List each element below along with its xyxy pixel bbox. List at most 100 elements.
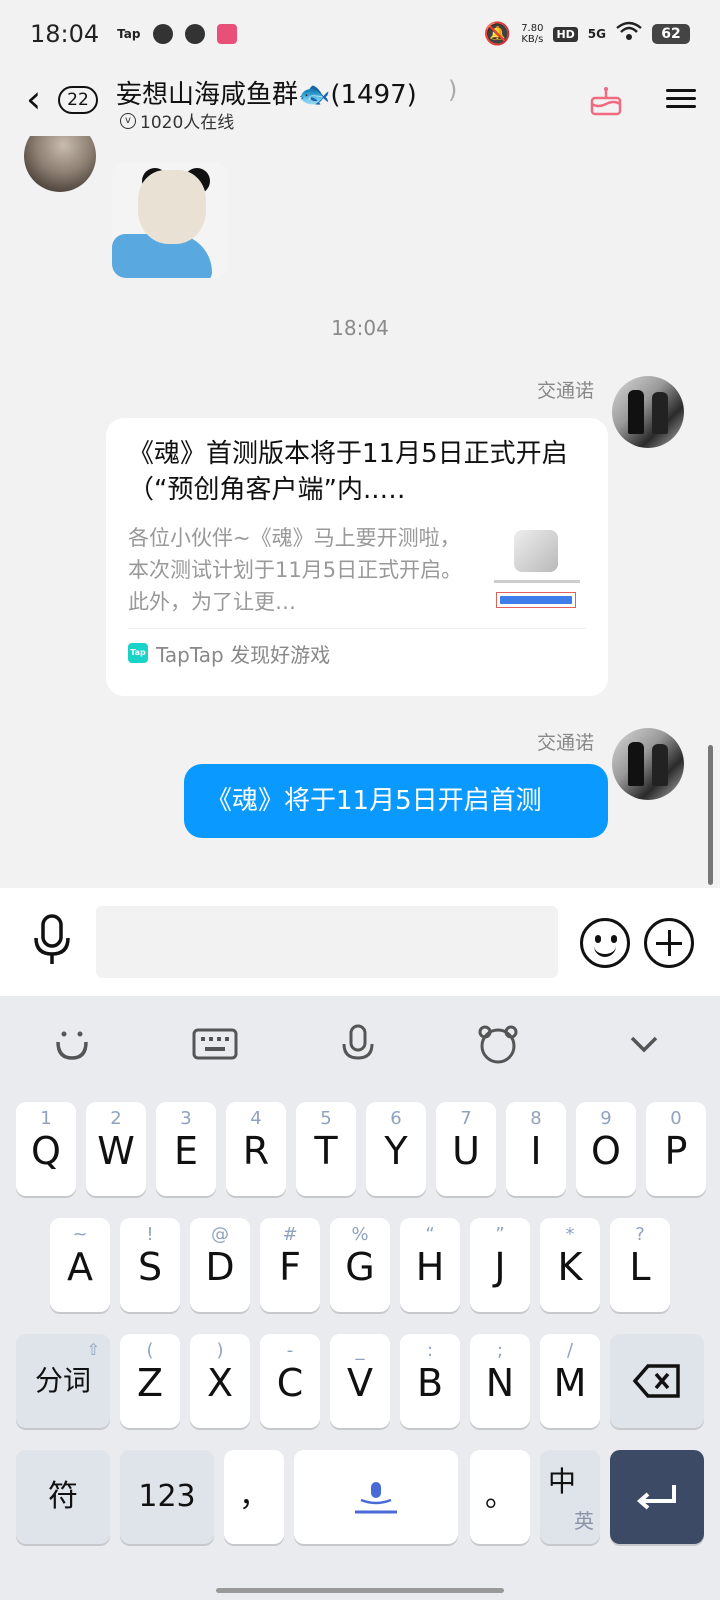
key-w[interactable]: 2W bbox=[86, 1102, 146, 1196]
key-h[interactable]: “H bbox=[400, 1218, 460, 1312]
message-input[interactable] bbox=[96, 906, 558, 978]
key-p[interactable]: 0P bbox=[646, 1102, 706, 1196]
key-label: F bbox=[279, 1245, 301, 1289]
key-u[interactable]: 7U bbox=[436, 1102, 496, 1196]
link-card-message[interactable]: 《魂》首测版本将于11月5日正式开启（“预创角客户端”内..… 各位小伙伴~《魂… bbox=[106, 418, 608, 696]
key-y[interactable]: 6Y bbox=[366, 1102, 426, 1196]
network-speed-unit: KB/s bbox=[521, 34, 544, 45]
segment-key[interactable]: 分词 ⇧ bbox=[16, 1334, 110, 1428]
key-c[interactable]: -C bbox=[260, 1334, 320, 1428]
backspace-key[interactable] bbox=[610, 1334, 704, 1428]
key-l[interactable]: ? L bbox=[610, 1218, 670, 1312]
online-count: 1020人在线 bbox=[140, 113, 235, 133]
key-x[interactable]: ) X bbox=[190, 1334, 250, 1428]
key-label: S bbox=[137, 1245, 163, 1289]
key-secondary-label: - bbox=[286, 1340, 294, 1361]
cat-notification-icon bbox=[184, 24, 205, 44]
keyboard-toolbar bbox=[0, 996, 720, 1092]
key-secondary-label: : bbox=[426, 1340, 434, 1361]
key-j[interactable]: ” J bbox=[470, 1218, 530, 1312]
key-label: 。 bbox=[485, 1479, 515, 1514]
key-label: A bbox=[67, 1245, 93, 1289]
key-i[interactable]: 8I bbox=[506, 1102, 566, 1196]
key-s[interactable]: ! S bbox=[120, 1218, 180, 1312]
key-secondary-label: _ bbox=[355, 1340, 365, 1361]
key-z[interactable]: (Z bbox=[120, 1334, 180, 1428]
sender-name: 交通诺 bbox=[536, 732, 594, 754]
card-description: 各位小伙伴~《魂》马上要开测啦，本次测试计划于11月5日正式开启。此外，为了让更… bbox=[128, 526, 463, 614]
space-key[interactable] bbox=[294, 1450, 458, 1544]
sender-name: 交通诺 bbox=[536, 380, 594, 402]
key-label: B bbox=[416, 1361, 444, 1405]
key-b[interactable]: :B bbox=[400, 1334, 460, 1428]
chat-messages[interactable]: 18:04 交通诺 《魂》首测版本将于11月5日正式开启（“预创角客户端”内..… bbox=[0, 136, 720, 888]
plus-icon[interactable] bbox=[644, 918, 694, 968]
chevron-down-icon[interactable] bbox=[622, 1024, 666, 1064]
menu-icon[interactable] bbox=[666, 84, 696, 114]
key-secondary-label: 9 bbox=[600, 1108, 612, 1129]
hd-icon: HD bbox=[553, 26, 578, 42]
unread-count-badge[interactable]: 22 bbox=[58, 86, 98, 114]
emoji-icon[interactable] bbox=[580, 918, 630, 968]
key-secondary-label: 5 bbox=[320, 1108, 332, 1129]
5g-signal-icon: 5G bbox=[587, 27, 606, 41]
key-v[interactable]: _ V bbox=[330, 1334, 390, 1428]
key-e[interactable]: 3E bbox=[156, 1102, 216, 1196]
voice-input-icon[interactable] bbox=[30, 912, 74, 968]
period-key[interactable]: 。 bbox=[470, 1450, 530, 1544]
group-title[interactable]: 妄想山海咸鱼群🐟(1497) bbox=[116, 74, 417, 111]
numeric-key[interactable]: 123 bbox=[120, 1450, 214, 1544]
key-secondary-label: “ bbox=[425, 1224, 435, 1245]
avatar[interactable] bbox=[612, 728, 684, 800]
key-secondary-label: 0 bbox=[670, 1108, 682, 1129]
ear-icon[interactable]: ) bbox=[448, 76, 457, 104]
key-label: M bbox=[553, 1361, 587, 1405]
key-m[interactable]: / M bbox=[540, 1334, 600, 1428]
key-t[interactable]: 5T bbox=[296, 1102, 356, 1196]
text-message-bubble[interactable]: 《魂》将于11月5日开启首测 bbox=[184, 764, 608, 838]
bear-du-icon[interactable] bbox=[476, 1024, 520, 1064]
key-d[interactable]: @ D bbox=[190, 1218, 250, 1312]
taptap-logo-icon: Tap bbox=[128, 643, 148, 663]
comma-key[interactable]: ， bbox=[224, 1450, 284, 1544]
key-label: K bbox=[557, 1245, 583, 1289]
key-r[interactable]: 4R bbox=[226, 1102, 286, 1196]
key-q[interactable]: 1Q bbox=[16, 1102, 76, 1196]
thumbnail-button bbox=[496, 592, 576, 608]
key-k[interactable]: * K bbox=[540, 1218, 600, 1312]
key-secondary-label: * bbox=[565, 1224, 575, 1245]
message-timestamp: 18:04 bbox=[331, 316, 389, 340]
avatar[interactable] bbox=[24, 136, 96, 192]
scrollbar[interactable] bbox=[708, 745, 713, 885]
panda-sticker-image[interactable] bbox=[112, 162, 228, 278]
enter-key[interactable] bbox=[610, 1450, 704, 1544]
taptap-notification-icon: Tap bbox=[117, 27, 141, 41]
key-secondary-label: ” bbox=[495, 1224, 505, 1245]
emoji-smile-icon[interactable] bbox=[50, 1024, 94, 1064]
key-label: G bbox=[345, 1245, 375, 1289]
key-a[interactable]: ~ A bbox=[50, 1218, 110, 1312]
key-secondary-label: ~ bbox=[72, 1224, 88, 1245]
enter-arrow-icon bbox=[634, 1485, 680, 1519]
home-indicator[interactable] bbox=[216, 1588, 504, 1593]
voice-keyboard-icon[interactable] bbox=[336, 1024, 380, 1064]
key-g[interactable]: % G bbox=[330, 1218, 390, 1312]
key-secondary-label: 2 bbox=[110, 1108, 122, 1129]
cake-icon[interactable] bbox=[590, 86, 622, 116]
keyboard-icon[interactable] bbox=[192, 1024, 238, 1064]
online-status[interactable]: v 1020人在线 bbox=[120, 108, 234, 133]
key-secondary-label: 7 bbox=[460, 1108, 472, 1129]
key-label: Z bbox=[136, 1361, 164, 1405]
back-button[interactable]: ‹ bbox=[26, 80, 41, 118]
key-o[interactable]: 9O bbox=[576, 1102, 636, 1196]
app-notification-icon bbox=[152, 24, 173, 44]
status-bar: 18:04 Tap 🔕 7.80 KB/s HD 5G 62 bbox=[0, 0, 720, 68]
key-label: 符 bbox=[48, 1479, 78, 1514]
key-n[interactable]: ; N bbox=[470, 1334, 530, 1428]
card-title: 《魂》首测版本将于11月5日正式开启（“预创角客户端”内..… bbox=[128, 439, 568, 505]
key-f[interactable]: # F bbox=[260, 1218, 320, 1312]
network-speed: 7.80 KB/s bbox=[521, 23, 543, 45]
language-switch-key[interactable]: 中英 bbox=[540, 1450, 600, 1544]
avatar[interactable] bbox=[612, 376, 684, 448]
symbol-key[interactable]: 符 bbox=[16, 1450, 110, 1544]
